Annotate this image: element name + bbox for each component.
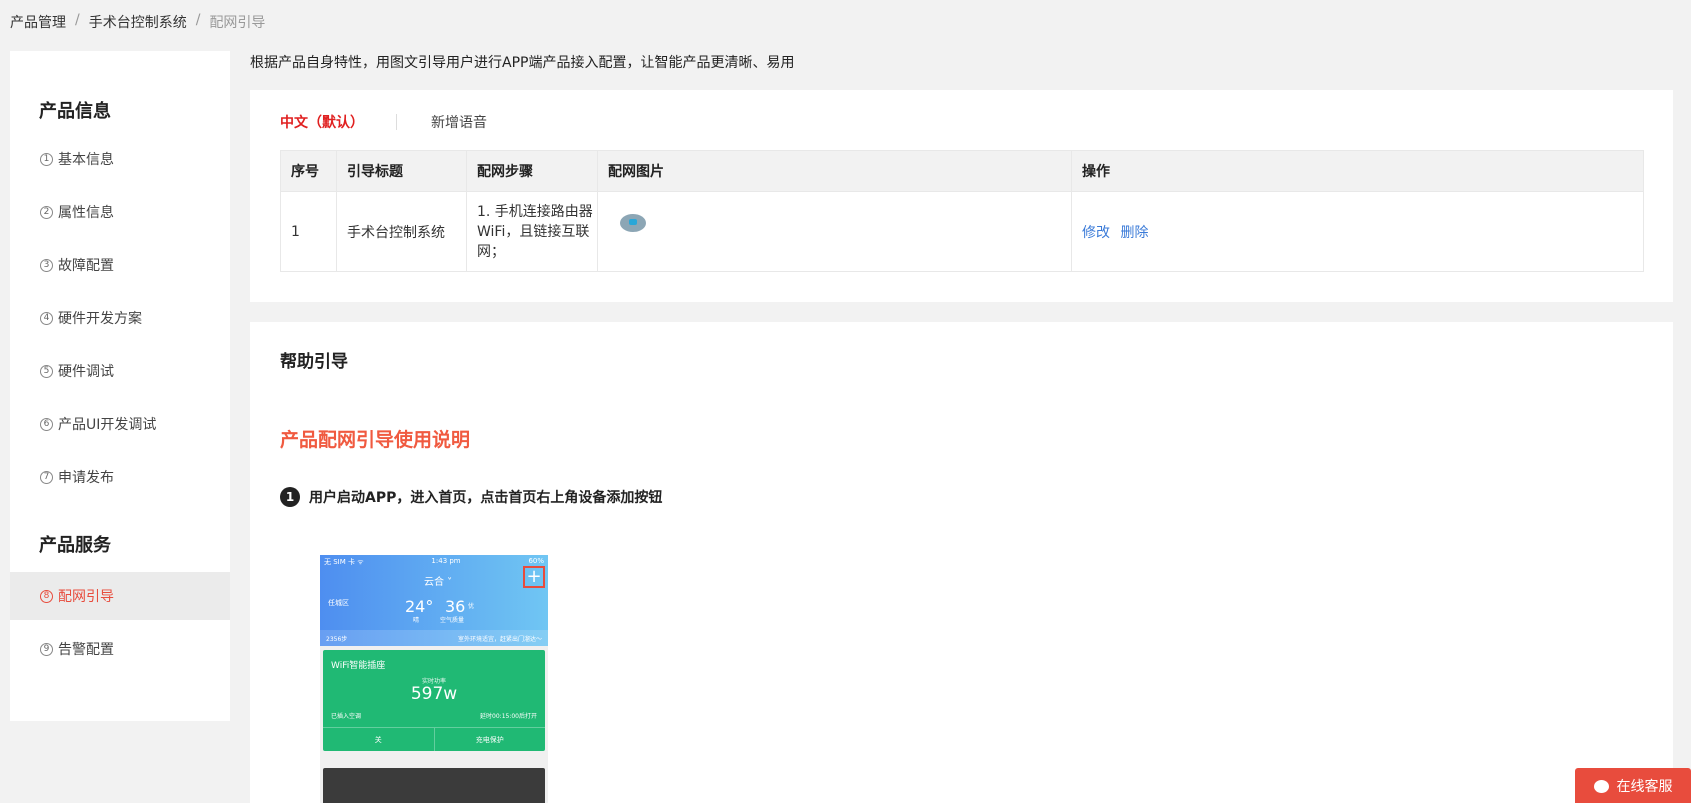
help-step-1: 1 用户启动APP，进入首页，点击首页右上角设备添加按钮 bbox=[280, 487, 662, 507]
steps-count: 2356步 bbox=[326, 635, 348, 643]
tab-divider bbox=[396, 114, 397, 130]
power-off-label: 关 bbox=[323, 728, 435, 751]
time-text: 1:43 pm bbox=[431, 557, 461, 565]
sidebar-item-ui-debug[interactable]: 6 产品UI开发调试 bbox=[10, 400, 230, 448]
sidebar-item-label: 属性信息 bbox=[58, 205, 114, 221]
delete-link[interactable]: 删除 bbox=[1120, 225, 1148, 241]
steps-bar: 2356步 室外环境适宜，赶紧出门溜达～ bbox=[320, 630, 548, 646]
step-number-icon: 3 bbox=[40, 258, 53, 272]
aqi-tag: 优 bbox=[468, 603, 475, 610]
step-number-icon: 6 bbox=[40, 417, 53, 431]
cell-actions: 修改 删除 bbox=[1071, 191, 1644, 272]
step-number-icon: 8 bbox=[40, 589, 53, 603]
online-service-button[interactable]: 在线客服 bbox=[1575, 768, 1691, 803]
add-device-icon: + bbox=[523, 566, 545, 588]
sidebar-item-label: 配网引导 bbox=[58, 589, 114, 605]
steps-tip: 室外环境适宜，赶紧出门溜达～ bbox=[457, 635, 542, 643]
aqi-value: 36 bbox=[445, 597, 466, 616]
language-tabs: 中文（默认） 新增语音 bbox=[280, 112, 487, 132]
tab-chinese-default[interactable]: 中文（默认） bbox=[280, 112, 364, 132]
step-number-icon: 2 bbox=[40, 205, 53, 219]
app-header: 无 SIM 卡 ᯤ 1:43 pm 60% 云合 ˅ + 任城区 24° 晴 3… bbox=[320, 555, 548, 646]
column-header-actions: 操作 bbox=[1071, 150, 1644, 192]
sidebar-item-hardware-plan[interactable]: 4 硬件开发方案 bbox=[10, 294, 230, 342]
step-number-icon: 7 bbox=[40, 470, 53, 484]
sidebar-item-label: 基本信息 bbox=[58, 152, 114, 168]
plugged-text: 已插入空调 bbox=[331, 713, 362, 720]
sidebar-group-title-product-info: 产品信息 bbox=[39, 101, 111, 122]
aqi-label: 空气质量 bbox=[440, 617, 465, 624]
step-number-badge: 1 bbox=[280, 487, 300, 507]
step-number-icon: 4 bbox=[40, 311, 53, 325]
column-header-index: 序号 bbox=[280, 150, 337, 192]
power-value: 597w bbox=[410, 684, 458, 704]
column-header-steps: 配网步骤 bbox=[466, 150, 598, 192]
app-screenshot-image: 无 SIM 卡 ᯤ 1:43 pm 60% 云合 ˅ + 任城区 24° 晴 3… bbox=[320, 555, 548, 803]
breadcrumb: 产品管理 / 手术台控制系统 / 配网引导 bbox=[10, 12, 265, 32]
sidebar-item-label: 产品UI开发调试 bbox=[58, 417, 157, 433]
device-card: WiFi智能插座 实时功率 597w 已插入空调 延时00:15:00后打开 关… bbox=[323, 650, 545, 751]
online-service-label: 在线客服 bbox=[1616, 779, 1673, 795]
edit-link[interactable]: 修改 bbox=[1082, 225, 1110, 241]
help-card: 帮助引导 产品配网引导使用说明 1 用户启动APP，进入首页，点击首页右上角设备… bbox=[250, 322, 1673, 803]
guide-table: 序号 引导标题 配网步骤 配网图片 操作 1 手术台控制系统 1. 手机连接路由… bbox=[280, 150, 1644, 272]
step-number-icon: 9 bbox=[40, 642, 53, 656]
tab-add-language[interactable]: 新增语音 bbox=[431, 112, 487, 132]
device-title: WiFi智能插座 bbox=[331, 661, 386, 671]
phone-status-bar: 无 SIM 卡 ᯤ 1:43 pm 60% bbox=[320, 555, 548, 569]
guide-list-card: 中文（默认） 新增语音 序号 引导标题 配网步骤 配网图片 操作 1 手术台控制… bbox=[250, 90, 1673, 302]
sidebar-group-title-product-service: 产品服务 bbox=[39, 535, 111, 556]
sidebar-item-network-guide[interactable]: 8 配网引导 bbox=[10, 572, 230, 620]
cell-image bbox=[597, 191, 1072, 272]
cell-title: 手术台控制系统 bbox=[336, 191, 467, 272]
steps-text: 1. 手机连接路由器WiFi，且链接互联网； bbox=[477, 203, 593, 260]
page-description: 根据产品自身特性，用图文引导用户进行APP端产品接入配置，让智能产品更清晰、易用 bbox=[250, 55, 795, 71]
network-guide-thumbnail[interactable] bbox=[620, 213, 646, 232]
step-number-icon: 1 bbox=[40, 152, 53, 166]
column-header-image: 配网图片 bbox=[597, 150, 1072, 192]
city-selector: 云合 ˅ bbox=[424, 577, 453, 588]
temperature-text: 24° bbox=[405, 597, 434, 616]
cell-index: 1 bbox=[280, 191, 337, 272]
sidebar: 产品信息 1 基本信息 2 属性信息 3 故障配置 4 硬件开发方案 5 硬件调… bbox=[10, 51, 230, 721]
sidebar-item-label: 硬件调试 bbox=[58, 364, 114, 380]
device-buttons: 关 充电保护 bbox=[323, 727, 545, 751]
timer-text: 延时00:15:00后打开 bbox=[480, 713, 537, 720]
sidebar-item-label: 硬件开发方案 bbox=[58, 311, 142, 327]
food-photo bbox=[323, 768, 545, 803]
sidebar-item-attribute-info[interactable]: 2 属性信息 bbox=[10, 188, 230, 236]
sidebar-item-fault-config[interactable]: 3 故障配置 bbox=[10, 241, 230, 289]
breadcrumb-item-product-management[interactable]: 产品管理 bbox=[10, 12, 66, 32]
step-number-icon: 5 bbox=[40, 364, 53, 378]
sidebar-item-label: 申请发布 bbox=[58, 470, 114, 486]
column-header-title: 引导标题 bbox=[336, 150, 467, 192]
chat-bubble-icon bbox=[1593, 775, 1609, 793]
table-row: 1 手术台控制系统 1. 手机连接路由器WiFi，且链接互联网； 修改 删除 bbox=[280, 191, 1644, 272]
sidebar-item-label: 故障配置 bbox=[58, 258, 114, 274]
guide-heading: 产品配网引导使用说明 bbox=[280, 429, 471, 451]
carrier-text: 无 SIM 卡 ᯤ bbox=[324, 558, 364, 566]
sidebar-item-label: 告警配置 bbox=[58, 642, 114, 658]
sidebar-item-alarm-config[interactable]: 9 告警配置 bbox=[10, 625, 230, 673]
location-text: 任城区 bbox=[328, 599, 349, 607]
sidebar-item-publish[interactable]: 7 申请发布 bbox=[10, 453, 230, 501]
weather-text: 晴 bbox=[413, 617, 420, 624]
breadcrumb-separator: / bbox=[195, 12, 201, 28]
sidebar-item-hardware-debug[interactable]: 5 硬件调试 bbox=[10, 347, 230, 395]
charge-protect-label: 充电保护 bbox=[475, 735, 504, 744]
help-title: 帮助引导 bbox=[280, 352, 348, 372]
sidebar-item-basic-info[interactable]: 1 基本信息 bbox=[10, 135, 230, 183]
help-step-text: 用户启动APP，进入首页，点击首页右上角设备添加按钮 bbox=[309, 490, 663, 506]
table-header-row: 序号 引导标题 配网步骤 配网图片 操作 bbox=[280, 150, 1644, 192]
breadcrumb-item-product[interactable]: 手术台控制系统 bbox=[89, 12, 187, 32]
cell-steps: 1. 手机连接路由器WiFi，且链接互联网； bbox=[466, 191, 598, 272]
breadcrumb-separator: / bbox=[75, 12, 80, 28]
breadcrumb-item-current: 配网引导 bbox=[209, 15, 266, 31]
